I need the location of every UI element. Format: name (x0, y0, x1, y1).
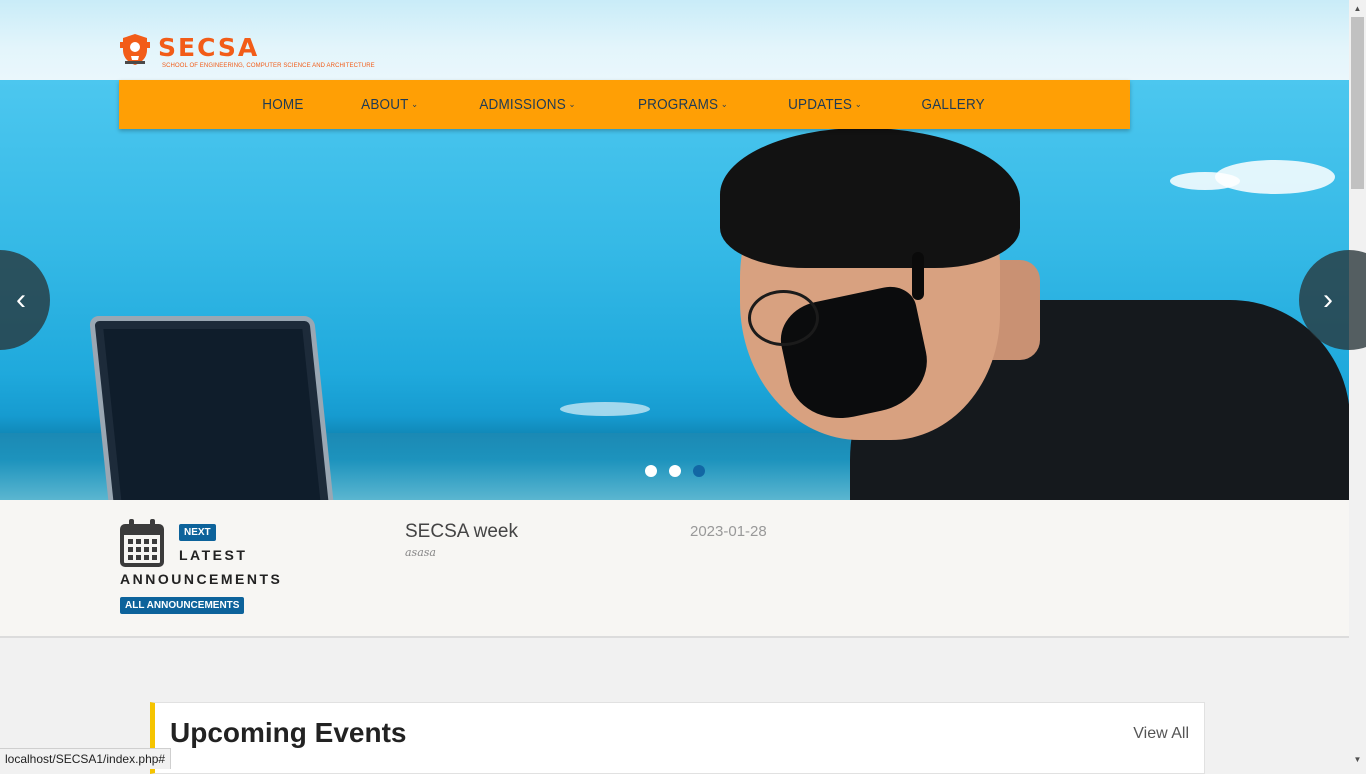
scroll-thumb[interactable] (1351, 17, 1364, 189)
chevron-right-icon: › (1323, 283, 1333, 316)
person-hair (720, 128, 1020, 268)
calendar-icon (120, 519, 164, 567)
nav-about[interactable]: ABOUT ⌄ (361, 96, 418, 113)
logo-subtitle: SCHOOL OF ENGINEERING, COMPUTER SCIENCE … (162, 63, 375, 69)
announcements-heading-line2: ANNOUNCEMENTS (120, 571, 283, 587)
events-title: Upcoming Events (170, 717, 407, 748)
site-logo[interactable]: SECSA SCHOOL OF ENGINEERING, COMPUTER SC… (120, 33, 375, 69)
nav-home[interactable]: HOME (263, 96, 304, 113)
announcements-bar: NEXT LATEST ANNOUNCEMENTS ALL ANNOUNCEME… (0, 500, 1349, 638)
announcement-title[interactable]: SECSA week (405, 521, 518, 543)
nav-label: PROGRAMS (637, 96, 718, 113)
carousel-indicators (645, 465, 705, 477)
cloud-decoration (1170, 172, 1240, 190)
carousel-dot[interactable] (645, 465, 657, 477)
nav-label: ADMISSIONS (478, 96, 566, 113)
chevron-down-icon: ⌄ (720, 99, 728, 109)
nav-label: HOME (262, 96, 304, 113)
all-announcements-button[interactable]: ALL ANNOUNCEMENTS (120, 597, 245, 614)
chevron-down-icon: ⌄ (568, 99, 576, 109)
nav-admissions[interactable]: ADMISSIONS ⌄ (479, 96, 575, 113)
view-all-link[interactable]: View All (1133, 725, 1189, 743)
nav-label: ABOUT (361, 96, 409, 113)
site-header: SECSA SCHOOL OF ENGINEERING, COMPUTER SC… (0, 0, 1349, 80)
laptop-image (88, 316, 337, 500)
announcement-description: asasa (405, 546, 436, 559)
earbud (912, 252, 924, 300)
chevron-down-icon: ⌄ (855, 99, 863, 109)
hero-carousel (0, 80, 1349, 500)
carousel-dot[interactable] (669, 465, 681, 477)
nav-gallery[interactable]: GALLERY (922, 96, 985, 113)
nav-programs[interactable]: PROGRAMS ⌄ (638, 96, 728, 113)
carousel-dot-active[interactable] (693, 465, 705, 477)
upcoming-events-panel: Upcoming Events View All (150, 702, 1205, 774)
glasses (748, 290, 819, 346)
main-nav: HOME ABOUT ⌄ ADMISSIONS ⌄ PROGRAMS ⌄ UPDATE… (119, 80, 1130, 129)
next-badge[interactable]: NEXT (179, 524, 216, 541)
nav-label: UPDATES (788, 96, 853, 113)
announcement-date: 2023-01-28 (690, 523, 767, 540)
browser-status-url: localhost/SECSA1/index.php# (0, 748, 172, 769)
cloud-decoration (560, 402, 650, 416)
scroll-down-arrow-icon[interactable]: ▼ (1349, 751, 1366, 768)
logo-title: SECSA (158, 33, 260, 62)
announcements-heading-line1: LATEST (179, 547, 248, 563)
nav-label: GALLERY (921, 96, 986, 113)
chevron-down-icon: ⌄ (411, 99, 419, 109)
nav-updates[interactable]: UPDATES ⌄ (789, 96, 863, 113)
shield-logo-icon (120, 34, 150, 65)
scroll-up-arrow-icon[interactable]: ▲ (1349, 0, 1366, 17)
page-scrollbar[interactable]: ▲ ▼ (1349, 0, 1366, 768)
chevron-left-icon: ‹ (16, 283, 26, 316)
